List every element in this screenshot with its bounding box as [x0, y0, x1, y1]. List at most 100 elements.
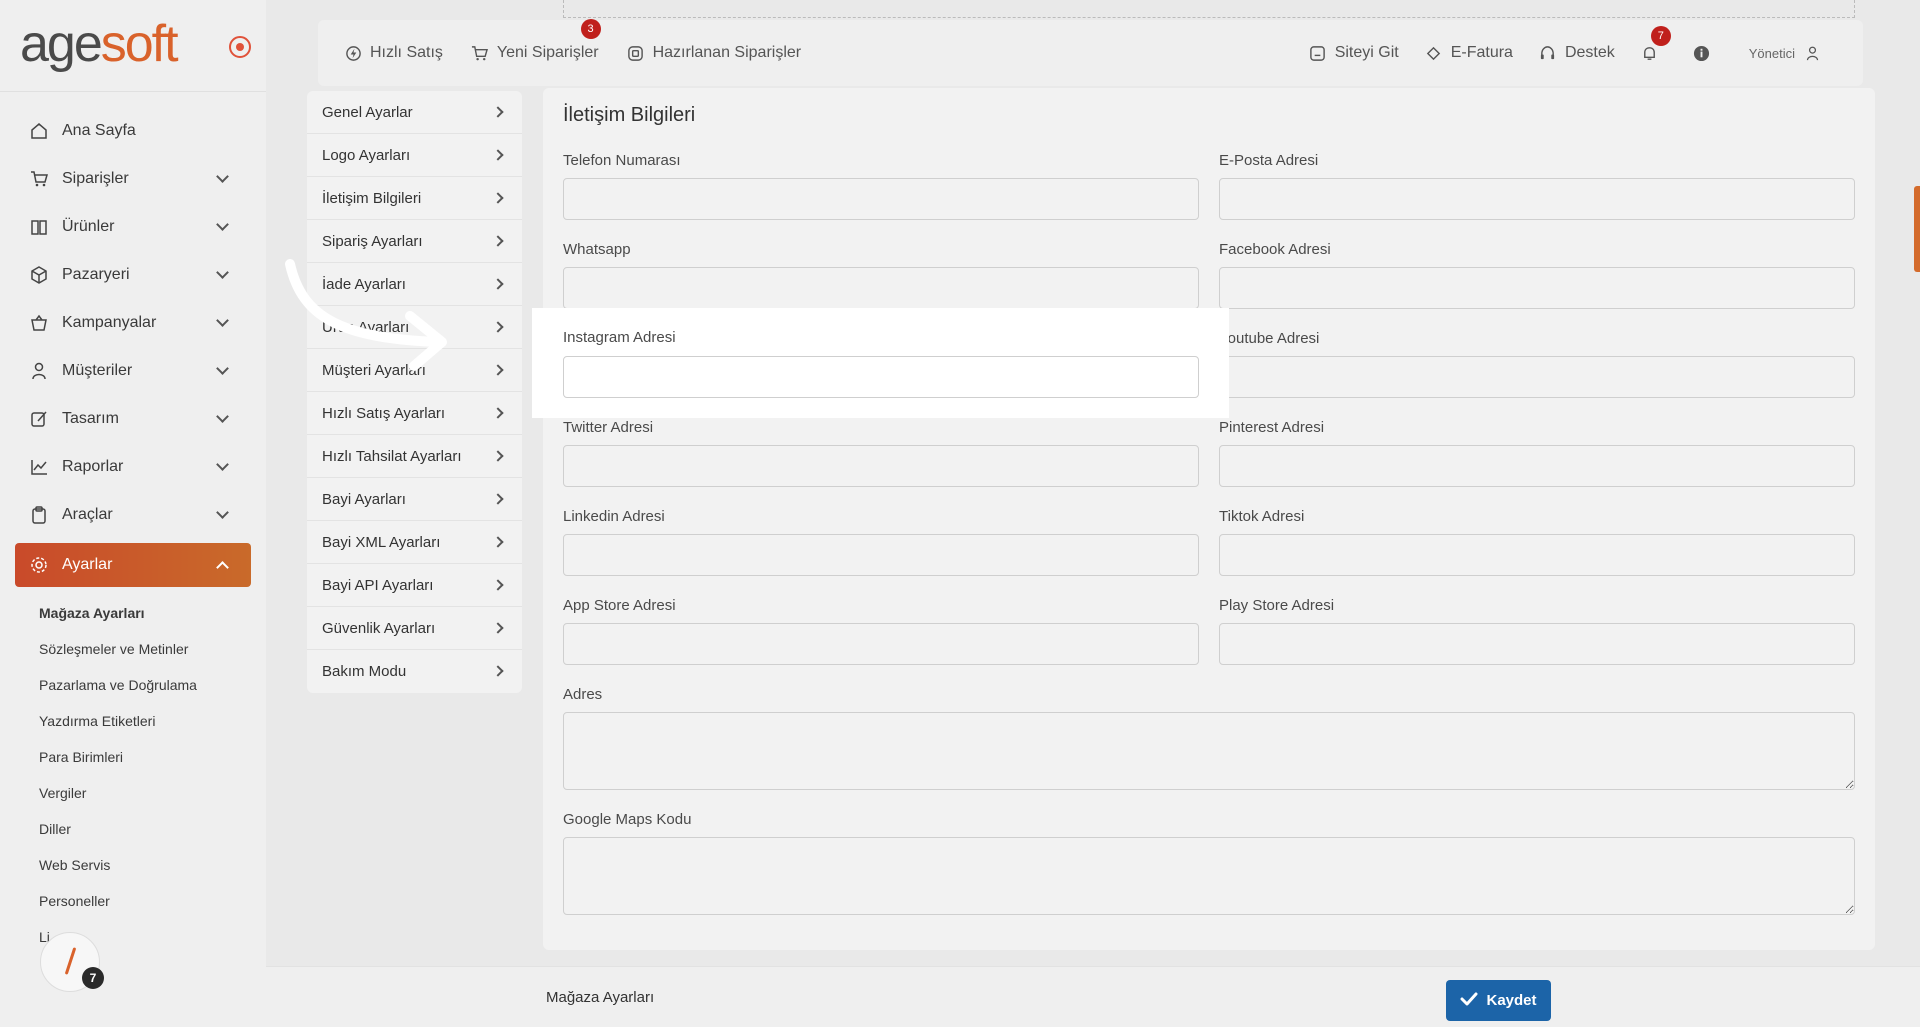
sidebar-item-siparisler[interactable]: Siparişler: [15, 155, 251, 203]
sidebar-item-urunler[interactable]: Ürünler: [15, 203, 251, 251]
scrollbar-thumb[interactable]: [1914, 186, 1920, 272]
subnav-item[interactable]: Para Birimleri: [39, 739, 259, 775]
chevron-down-icon: [216, 170, 229, 183]
settings-menu-item[interactable]: Genel Ayarlar: [307, 91, 522, 134]
chevron-right-icon: [492, 665, 504, 677]
new-orders-badge: 3: [580, 19, 601, 39]
chevron-right-icon: [492, 106, 504, 118]
sidebar-item-ayarlar[interactable]: Ayarlar: [15, 543, 251, 587]
chevron-down-icon: [216, 506, 229, 519]
sidebar-item-label: Siparişler: [62, 170, 129, 187]
youtube-field[interactable]: [1219, 356, 1855, 398]
bottom-bar-title: Mağaza Ayarları: [546, 989, 655, 1006]
page-title: İletişim Bilgileri: [563, 104, 696, 126]
new-orders-label: Yeni Siparişler: [496, 44, 599, 61]
tiktok-label: Tiktok Adresi: [1219, 508, 1305, 525]
settings-menu-item[interactable]: İletişim Bilgileri: [307, 177, 522, 220]
sidebar-item-musteriler[interactable]: Müşteriler: [15, 347, 251, 395]
sidebar-item-tasarim[interactable]: Tasarım: [15, 395, 251, 443]
sidebar-item-ana-sayfa[interactable]: Ana Sayfa: [15, 107, 251, 155]
settings-menu-item[interactable]: Bayi XML Ayarları: [307, 521, 522, 564]
quick-sale-link[interactable]: Hızlı Satış: [344, 44, 443, 62]
settings-menu-label: İletişim Bilgileri: [322, 189, 422, 207]
whatsapp-field[interactable]: [563, 267, 1199, 309]
settings-menu-item[interactable]: Bayi API Ayarları: [307, 564, 522, 607]
linkedin-label: Linkedin Adresi: [563, 508, 665, 525]
maps-code-field[interactable]: [563, 837, 1855, 915]
linkedin-field[interactable]: [563, 534, 1199, 576]
sidebar-toggle-icon[interactable]: [229, 36, 251, 58]
sidebar-item-raporlar[interactable]: Raporlar: [15, 443, 251, 491]
appstore-label: App Store Adresi: [563, 597, 676, 614]
facebook-field[interactable]: [1219, 267, 1855, 309]
playstore-label: Play Store Adresi: [1219, 597, 1335, 614]
support-link[interactable]: Destek: [1539, 44, 1615, 62]
settings-menu-item[interactable]: Bayi Ayarları: [307, 478, 522, 521]
subnav-item[interactable]: Pazarlama ve Doğrulama: [39, 667, 259, 703]
chevron-down-icon: [216, 362, 229, 375]
support-label: Destek: [1564, 44, 1615, 61]
prepared-orders-label: Hazırlanan Siparişler: [652, 44, 802, 61]
user-icon: [29, 361, 49, 381]
quick-sale-label: Hızlı Satış: [370, 44, 443, 61]
headset-icon: [1539, 44, 1557, 62]
settings-menu-label: Hızlı Satış Ayarları: [322, 404, 446, 422]
email-field[interactable]: [1219, 178, 1855, 220]
subnav-item[interactable]: Web Servis: [39, 847, 259, 883]
subnav-item[interactable]: Vergiler: [39, 775, 259, 811]
edit-icon: [29, 409, 49, 429]
twitter-field[interactable]: [563, 445, 1199, 487]
invoice-icon: [1425, 44, 1443, 62]
external-site-icon: [1309, 44, 1327, 62]
info-button[interactable]: [1693, 44, 1719, 62]
sidebar-item-label: Tasarım: [62, 410, 119, 427]
playstore-field[interactable]: [1219, 623, 1855, 665]
subnav-item[interactable]: Personeller: [39, 883, 259, 919]
brand-logo[interactable]: agesoft: [20, 18, 179, 74]
email-label: E-Posta Adresi: [1219, 152, 1319, 169]
settings-menu-item[interactable]: Sipariş Ayarları: [307, 220, 522, 263]
pinterest-label: Pinterest Adresi: [1219, 419, 1325, 436]
subnav-item[interactable]: Diller: [39, 811, 259, 847]
subnav-item[interactable]: Mağaza Ayarları: [39, 595, 259, 631]
pinterest-field[interactable]: [1219, 445, 1855, 487]
address-label: Adres: [563, 686, 603, 703]
notifications-button[interactable]: 7: [1641, 26, 1671, 62]
settings-menu-item[interactable]: Güvenlik Ayarları: [307, 607, 522, 650]
chevron-down-icon: [216, 458, 229, 471]
tiktok-field[interactable]: [1219, 534, 1855, 576]
go-site-link[interactable]: Siteyi Git: [1309, 44, 1399, 62]
settings-menu-item[interactable]: Logo Ayarları: [307, 134, 522, 177]
address-field[interactable]: [563, 712, 1855, 790]
sidebar-item-label: Ana Sayfa: [62, 122, 136, 139]
chart-icon: [29, 457, 49, 477]
user-menu[interactable]: Yönetici: [1749, 44, 1829, 62]
sidebar-item-pazaryeri[interactable]: Pazaryeri: [15, 251, 251, 299]
facebook-label: Facebook Adresi: [1219, 241, 1331, 258]
chevron-down-icon: [216, 266, 229, 279]
sidebar-item-kampanyalar[interactable]: Kampanyalar: [15, 299, 251, 347]
subnav-item[interactable]: Sözleşmeler ve Metinler: [39, 631, 259, 667]
appstore-field[interactable]: [563, 623, 1199, 665]
new-orders-link[interactable]: Yeni Siparişler 3: [471, 19, 601, 62]
phone-field[interactable]: [563, 178, 1199, 220]
sidebar-item-araclar[interactable]: Araçlar: [15, 491, 251, 539]
book-icon: [29, 217, 49, 237]
settings-menu-label: Bayi Ayarları: [322, 490, 406, 508]
subnav-item[interactable]: Yazdırma Etiketleri: [39, 703, 259, 739]
sidebar-item-label: Pazaryeri: [62, 266, 130, 283]
settings-menu-label: Bayi API Ayarları: [322, 576, 434, 594]
chevron-right-icon: [492, 450, 504, 462]
einvoice-link[interactable]: E-Fatura: [1425, 44, 1513, 62]
save-button[interactable]: Kaydet: [1446, 980, 1551, 1021]
home-icon: [29, 121, 49, 141]
settings-menu-item[interactable]: Bakım Modu: [307, 650, 522, 693]
prepared-orders-link[interactable]: Hazırlanan Siparişler: [627, 44, 802, 62]
gear-icon: [29, 555, 49, 575]
instagram-field[interactable]: [563, 356, 1199, 398]
topbar-right: Siteyi Git E-Fatura Destek 7 Yönetici: [1283, 20, 1829, 86]
settings-menu-item[interactable]: Hızlı Tahsilat Ayarları: [307, 435, 522, 478]
einvoice-label: E-Fatura: [1450, 44, 1513, 61]
settings-menu-item[interactable]: Hızlı Satış Ayarları: [307, 392, 522, 435]
chevron-right-icon: [492, 493, 504, 505]
